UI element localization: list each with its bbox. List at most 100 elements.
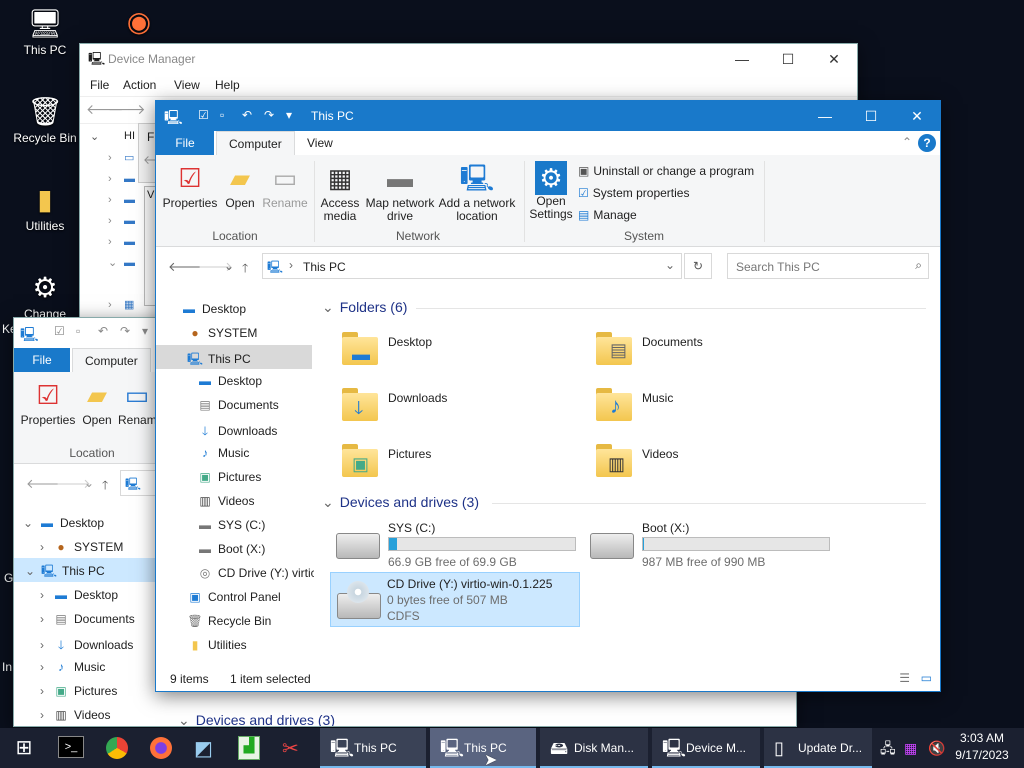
snipping-tool-icon[interactable]: ✂ [282, 736, 299, 761]
open-button[interactable]: ▰ Open [222, 161, 258, 210]
nav-item-pictures[interactable]: ▣ Pictures [196, 470, 261, 484]
chrome-icon[interactable] [106, 737, 128, 759]
access-media-button[interactable]: ▦ Access media [318, 161, 362, 223]
redo-icon[interactable]: ↷ [120, 324, 130, 338]
up-button[interactable]: 🡑 [102, 476, 108, 497]
redo-icon[interactable]: ↷ [264, 108, 274, 122]
properties-icon[interactable]: ☑ [54, 324, 65, 338]
folder-item-documents[interactable]: ▤ Documents [590, 325, 830, 375]
open-settings-button[interactable]: ⚙ Open Settings [528, 161, 574, 221]
nav-item-utilities[interactable]: ▮ Utilities [186, 638, 247, 652]
network-icon[interactable]: 🖧 [880, 728, 896, 768]
up-button[interactable]: 🡑 [242, 259, 248, 280]
rename-button[interactable]: ▭ Rename [260, 161, 310, 210]
close-button[interactable]: ✕ [811, 44, 857, 74]
volume-muted-icon[interactable]: 🔇 [928, 728, 945, 768]
nav-item-pictures[interactable]: › ▣ Pictures [36, 684, 117, 698]
properties-button[interactable]: ☑ Properties [162, 161, 218, 210]
taskbar-item-this-pc-active[interactable]: 🖳 This PC [430, 728, 536, 768]
forward-button[interactable]: 🡒 [108, 101, 146, 118]
nav-item-control-panel[interactable]: ▣ Control Panel [186, 590, 280, 604]
tab-file[interactable]: File [156, 131, 214, 155]
nav-item-this-pc[interactable]: 🖳 This PC [156, 345, 312, 369]
desktop-icon-utilities[interactable]: ▮ Utilities [8, 184, 82, 233]
nav-item-documents[interactable]: › ▤ Documents [36, 612, 135, 626]
nav-item-music[interactable]: › ♪ Music [36, 660, 105, 674]
taskbar-item-update-driver[interactable]: ▯ Update Dr... [764, 728, 872, 768]
search-input[interactable]: Search This PC ⌕ [727, 253, 929, 279]
tab-view[interactable]: View [295, 131, 345, 155]
nav-item-cd-drive[interactable]: ◎ CD Drive (Y:) virtic [196, 566, 314, 580]
nav-item-downloads[interactable]: › 🡓 Downloads [36, 636, 133, 657]
folder-item-videos[interactable]: ▥ Videos [590, 437, 830, 487]
help-icon[interactable]: ? [918, 134, 936, 152]
close-button[interactable]: ✕ [894, 101, 940, 131]
address-bar[interactable]: 🖳 › This PC ⌄ [262, 253, 682, 279]
nav-item-videos[interactable]: ▥ Videos [196, 494, 254, 508]
desktop-icon-recycle-bin[interactable]: 🗑 Recycle Bin [8, 96, 82, 145]
menu-action[interactable]: Action [123, 78, 156, 92]
chevron-down-icon[interactable]: ▾ [142, 324, 148, 338]
nav-item-recycle-bin[interactable]: 🗑 Recycle Bin [186, 614, 271, 628]
properties-icon[interactable]: ☑ [198, 108, 209, 122]
nav-item-documents[interactable]: ▤ Documents [196, 398, 278, 412]
taskbar-item-device-manager[interactable]: 🖳 Device M... [652, 728, 760, 768]
cmd-icon[interactable]: >_ [58, 736, 84, 758]
drives-header[interactable]: ⌄ Devices and drives (3) [322, 494, 479, 511]
menu-view[interactable]: View [174, 78, 200, 92]
folder-item-downloads[interactable]: 🡓 Downloads [336, 381, 576, 431]
drive-item-sys-c[interactable]: SYS (C:) 66.9 GB free of 69.9 GB [332, 517, 580, 569]
minimize-button[interactable]: — [719, 44, 765, 74]
properties-button[interactable]: ☑ Properties [18, 378, 78, 427]
address-bar[interactable]: 🖳 [120, 470, 160, 496]
maximize-button[interactable]: ☐ [765, 44, 811, 74]
section-header[interactable]: ⌄ Devices and drives (3) [178, 712, 335, 726]
system-properties-button[interactable]: ☑ System properties [578, 186, 689, 200]
minimize-button[interactable]: — [802, 101, 848, 131]
tab-computer[interactable]: Computer [72, 348, 151, 372]
add-location-button[interactable]: 🖳 Add a network location [438, 161, 516, 223]
large-icons-view-icon[interactable]: ▭ [921, 671, 932, 685]
chart-app-icon[interactable]: ▟ [238, 736, 260, 760]
open-button[interactable]: ▰ Open [80, 378, 114, 427]
desktop-icon-firefox[interactable]: ◉ [102, 6, 176, 41]
tab-file[interactable]: File [14, 348, 70, 372]
recent-dropdown[interactable]: ⌄ [84, 476, 94, 490]
folders-header[interactable]: ⌄ Folders (6) [322, 299, 407, 316]
menu-help[interactable]: Help [215, 78, 240, 92]
map-drive-button[interactable]: ▬ Map network drive [364, 161, 436, 223]
nav-item-music[interactable]: ♪ Music [196, 446, 249, 460]
undo-icon[interactable]: ↶ [98, 324, 108, 338]
uninstall-button[interactable]: ▣ Uninstall or change a program [578, 164, 754, 178]
desktop-icon-this-pc[interactable]: 🖥 This PC [8, 8, 82, 57]
folder-item-music[interactable]: ♪ Music [590, 381, 830, 431]
desktop-icon-change[interactable]: ⚙ Change [8, 272, 82, 321]
new-folder-icon[interactable]: ▫ [76, 324, 80, 338]
drive-item-cd[interactable]: CD Drive (Y:) virtio-win-0.1.225 0 bytes… [330, 572, 580, 627]
nav-item-this-pc[interactable]: ⌄ 🖳 This PC [14, 558, 164, 582]
folder-item-pictures[interactable]: ▣ Pictures [336, 437, 576, 487]
rename-button[interactable]: ▭ Renam [118, 378, 156, 427]
drive-item-boot-x[interactable]: Boot (X:) 987 MB free of 990 MB [586, 517, 834, 569]
notepad-icon[interactable]: ◩ [194, 736, 213, 761]
chevron-down-icon[interactable]: ⌄ [665, 258, 675, 272]
nav-item-desktop[interactable]: ⌄ ▬ Desktop [22, 516, 104, 530]
menu-file[interactable]: File [90, 78, 109, 92]
nav-item-desktop[interactable]: ▬ Desktop [180, 302, 246, 316]
tab-computer[interactable]: Computer [216, 131, 295, 155]
nav-item-system[interactable]: ● SYSTEM [186, 326, 257, 340]
taskbar-item-disk-management[interactable]: 🖴 Disk Man... [540, 728, 648, 768]
nav-item-desktop-sub[interactable]: › ▬ Desktop [36, 588, 118, 602]
new-folder-icon[interactable]: ▫ [220, 108, 224, 122]
maximize-button[interactable]: ☐ [848, 101, 894, 131]
nav-item-desktop-sub[interactable]: ▬ Desktop [196, 374, 262, 388]
recent-dropdown[interactable]: ⌄ [224, 259, 234, 273]
taskbar-item-this-pc[interactable]: 🖳 This PC [320, 728, 426, 768]
nav-item-boot-x[interactable]: ▬ Boot (X:) [196, 542, 265, 556]
chevron-down-icon[interactable]: ▾ [286, 108, 292, 122]
details-view-icon[interactable]: ☰ [899, 671, 910, 685]
clock[interactable]: 3:03 AM 9/17/2023 [950, 730, 1014, 764]
collapse-ribbon-icon[interactable]: ⌃ [902, 135, 912, 149]
start-button[interactable]: ⊞ [0, 728, 48, 768]
refresh-button[interactable]: ↻ [684, 253, 712, 279]
